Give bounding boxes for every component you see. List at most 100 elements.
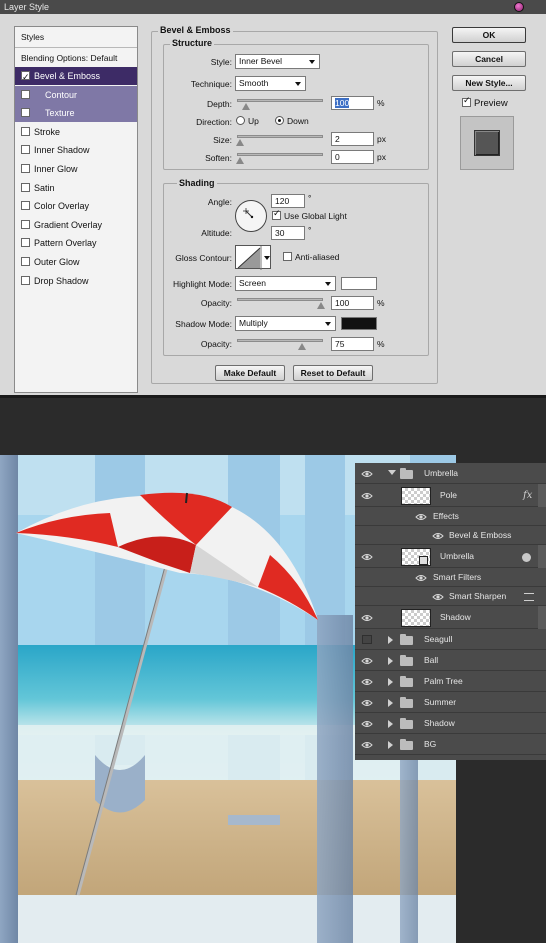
visibility-eye-icon[interactable] <box>361 470 373 477</box>
shadow-mode-select[interactable]: Multiply <box>235 316 336 331</box>
layer-row-pole[interactable]: fx Pole <box>355 484 546 507</box>
style-item-checkbox[interactable] <box>21 275 30 285</box>
style-item-stroke[interactable]: Stroke <box>15 123 137 141</box>
visibility-off-box[interactable] <box>362 634 372 644</box>
shadow-opacity-slider[interactable] <box>237 339 323 350</box>
layer-row-ball[interactable]: Ball <box>355 650 546 671</box>
style-item-drop-shadow[interactable]: Drop Shadow <box>15 272 137 290</box>
style-item-outer-glow[interactable]: Outer Glow <box>15 253 137 271</box>
style-item-contour[interactable]: Contour <box>15 85 137 104</box>
scrollbar-track[interactable] <box>538 606 546 629</box>
layer-row-shadow[interactable]: Shadow <box>355 606 546 629</box>
anti-aliased-checkbox[interactable] <box>283 252 292 261</box>
preview-checkbox[interactable] <box>462 95 471 107</box>
chevron-right-icon[interactable] <box>388 719 393 728</box>
effect-eye-icon[interactable] <box>415 574 427 581</box>
style-item-checkbox[interactable] <box>21 89 30 99</box>
style-item-checkbox[interactable] <box>21 164 30 173</box>
effect-eye-icon[interactable] <box>432 593 444 600</box>
style-item-checkbox[interactable] <box>21 219 30 229</box>
chevron-right-icon[interactable] <box>388 635 393 644</box>
layer-row-seagull[interactable]: Seagull <box>355 629 546 650</box>
layer-row-bevel-emboss[interactable]: Bevel & Emboss <box>355 526 546 545</box>
highlight-opacity-input[interactable]: 100 <box>331 296 374 310</box>
style-item-checkbox[interactable] <box>21 126 30 136</box>
soften-slider[interactable] <box>236 153 323 164</box>
layer-row-smart-filters[interactable]: Smart Filters <box>355 568 546 587</box>
visibility-eye-icon[interactable] <box>361 553 373 560</box>
layer-name: Umbrella <box>424 467 459 478</box>
size-input[interactable]: 2 <box>331 132 374 146</box>
chevron-right-icon[interactable] <box>388 656 393 665</box>
style-item-checkbox[interactable] <box>21 108 30 118</box>
visibility-eye-icon[interactable] <box>361 614 373 621</box>
size-slider[interactable] <box>236 135 323 146</box>
direction-down-radio[interactable] <box>275 116 284 125</box>
style-item-bevel-emboss[interactable]: Bevel & Emboss <box>15 67 137 86</box>
angle-dial[interactable] <box>235 200 267 232</box>
chevron-right-icon[interactable] <box>388 677 393 686</box>
angle-input[interactable]: 120 <box>271 194 305 208</box>
style-item-gradient-overlay[interactable]: Gradient Overlay <box>15 216 137 234</box>
fx-icon[interactable]: fx <box>523 490 532 501</box>
make-default-button[interactable]: Make Default <box>215 365 285 381</box>
style-item-checkbox[interactable] <box>21 238 30 248</box>
close-icon[interactable] <box>514 2 524 12</box>
shadow-opacity-input[interactable]: 75 <box>331 337 374 351</box>
depth-slider[interactable] <box>237 99 323 110</box>
filter-options-icon[interactable] <box>524 592 534 601</box>
chevron-right-icon[interactable] <box>388 740 393 749</box>
style-item-color-overlay[interactable]: Color Overlay <box>15 197 137 215</box>
layer-row-effects[interactable]: Effects <box>355 507 546 526</box>
visibility-eye-icon[interactable] <box>361 678 373 685</box>
effect-eye-icon[interactable] <box>432 532 444 539</box>
layer-row-umbrella[interactable]: Umbrella <box>355 545 546 568</box>
layer-row-shadow[interactable]: Shadow <box>355 713 546 734</box>
visibility-eye-icon[interactable] <box>361 699 373 706</box>
style-select[interactable]: Inner Bevel <box>235 54 320 69</box>
layer-row-smart-sharpen[interactable]: Smart Sharpen <box>355 587 546 606</box>
style-item-checkbox[interactable] <box>21 201 30 211</box>
visibility-eye-icon[interactable] <box>361 741 373 748</box>
cancel-button[interactable]: Cancel <box>452 51 526 67</box>
new-style-button[interactable]: New Style... <box>452 75 526 91</box>
scrollbar-track[interactable] <box>538 545 546 568</box>
layer-row-palm-tree[interactable]: Palm Tree <box>355 671 546 692</box>
direction-up-radio[interactable] <box>236 116 245 125</box>
shadow-color-swatch[interactable] <box>341 317 377 330</box>
soften-input[interactable]: 0 <box>331 150 374 164</box>
style-item-checkbox[interactable] <box>21 145 30 155</box>
reset-to-default-button[interactable]: Reset to Default <box>293 365 373 381</box>
style-item-inner-shadow[interactable]: Inner Shadow <box>15 141 137 159</box>
visibility-eye-icon[interactable] <box>361 492 373 499</box>
depth-input[interactable]: 100 <box>331 96 374 110</box>
chevron-down-icon[interactable] <box>388 469 396 475</box>
blending-options[interactable]: Blending Options: Default <box>15 49 137 67</box>
technique-select[interactable]: Smooth <box>235 76 306 91</box>
style-item-checkbox[interactable] <box>21 257 30 266</box>
global-light-checkbox[interactable] <box>272 208 281 220</box>
highlight-color-swatch[interactable] <box>341 277 377 290</box>
styles-header[interactable]: Styles <box>15 28 137 46</box>
layer-row-summer[interactable]: Summer <box>355 692 546 713</box>
styles-list: Styles Blending Options: Default Bevel &… <box>14 26 138 393</box>
highlight-opacity-slider[interactable] <box>237 298 325 309</box>
visibility-eye-icon[interactable] <box>361 720 373 727</box>
highlight-mode-select[interactable]: Screen <box>235 276 336 291</box>
style-item-texture[interactable]: Texture <box>15 104 137 123</box>
visibility-eye-icon[interactable] <box>361 657 373 664</box>
layer-row-umbrella[interactable]: Umbrella <box>355 463 546 484</box>
style-item-satin[interactable]: Satin <box>15 179 137 197</box>
style-item-inner-glow[interactable]: Inner Glow <box>15 160 137 178</box>
chevron-right-icon[interactable] <box>388 698 393 707</box>
effect-eye-icon[interactable] <box>415 513 427 520</box>
style-item-checkbox[interactable] <box>21 182 30 192</box>
altitude-input[interactable]: 30 <box>271 226 305 240</box>
style-item-pattern-overlay[interactable]: Pattern Overlay <box>15 234 137 252</box>
layer-row-bg[interactable]: BG <box>355 734 546 755</box>
smart-filter-icon[interactable] <box>522 552 531 562</box>
style-item-checkbox[interactable] <box>21 68 30 86</box>
gloss-contour-picker[interactable] <box>235 245 271 270</box>
ok-button[interactable]: OK <box>452 27 526 43</box>
scrollbar-track[interactable] <box>538 484 546 507</box>
